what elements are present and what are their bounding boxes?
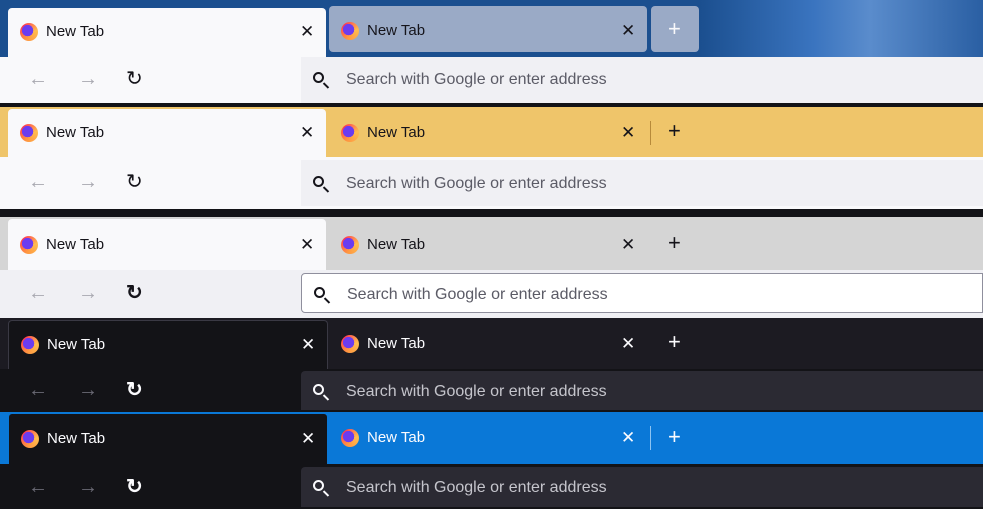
tab-strip: New Tab ✕ New Tab ✕ + [0, 412, 983, 464]
reload-icon[interactable]: ↻ [126, 69, 143, 89]
url-bar[interactable]: Search with Google or enter address [301, 273, 983, 313]
url-bar[interactable]: Search with Google or enter address [301, 467, 983, 507]
tab-strip: New Tab ✕ New Tab ✕ + [0, 217, 983, 270]
tab-inactive[interactable]: New Tab ✕ [329, 219, 647, 270]
reload-icon[interactable]: ↻ [126, 172, 143, 192]
tab-title: New Tab [367, 429, 426, 446]
forward-arrow-icon[interactable]: → [78, 283, 98, 303]
close-tab-icon[interactable]: ✕ [300, 236, 314, 253]
browser-theme-5: New Tab ✕ New Tab ✕ + ← → ↻ Search with … [0, 412, 983, 509]
close-tab-icon[interactable]: ✕ [300, 23, 314, 40]
tab-strip: New Tab ✕ New Tab ✕ + [0, 318, 983, 369]
url-bar-placeholder: Search with Google or enter address [347, 286, 608, 303]
back-arrow-icon[interactable]: ← [28, 172, 48, 192]
firefox-logo-icon [341, 335, 359, 353]
search-icon [313, 480, 324, 491]
url-bar[interactable]: Search with Google or enter address [301, 371, 983, 410]
tab-active[interactable]: New Tab ✕ [8, 219, 326, 270]
plus-icon: + [668, 16, 681, 41]
tab-title: New Tab [367, 335, 426, 352]
new-tab-button[interactable]: + [668, 426, 681, 448]
tab-active[interactable]: New Tab ✕ [8, 413, 328, 464]
tab-inactive[interactable]: New Tab ✕ [329, 320, 647, 369]
search-icon [314, 287, 325, 298]
url-bar-placeholder: Search with Google or enter address [346, 175, 607, 192]
tab-title: New Tab [46, 124, 105, 141]
tab-strip: New Tab ✕ New Tab ✕ + [0, 0, 983, 57]
close-tab-icon[interactable]: ✕ [621, 236, 635, 253]
tab-active[interactable]: New Tab ✕ [8, 8, 326, 57]
url-bar-placeholder: Search with Google or enter address [346, 383, 607, 400]
url-bar[interactable]: Search with Google or enter address [301, 57, 983, 103]
new-tab-button[interactable]: + [668, 120, 681, 142]
close-tab-icon[interactable]: ✕ [301, 430, 315, 447]
tab-title: New Tab [47, 336, 106, 353]
tab-title: New Tab [367, 22, 426, 39]
firefox-logo-icon [341, 22, 359, 40]
tab-title: New Tab [46, 23, 105, 40]
tab-separator [650, 426, 651, 450]
tab-title: New Tab [47, 430, 106, 447]
firefox-logo-icon [21, 336, 39, 354]
close-tab-icon[interactable]: ✕ [300, 124, 314, 141]
tab-separator [650, 121, 651, 145]
firefox-logo-icon [20, 124, 38, 142]
navigation-toolbar: ← → ↻ Search with Google or enter addres… [0, 464, 983, 509]
firefox-logo-icon [341, 429, 359, 447]
tab-strip: New Tab ✕ New Tab ✕ + [0, 107, 983, 157]
navigation-toolbar: ← → ↻ Search with Google or enter addres… [0, 157, 983, 209]
back-arrow-icon[interactable]: ← [28, 477, 48, 497]
reload-icon[interactable]: ↻ [126, 477, 143, 497]
tab-title: New Tab [46, 236, 105, 253]
tab-inactive[interactable]: New Tab ✕ [329, 413, 647, 464]
tab-title: New Tab [367, 124, 426, 141]
firefox-logo-icon [341, 236, 359, 254]
url-bar[interactable]: Search with Google or enter address [301, 160, 983, 206]
new-tab-button[interactable]: + [668, 232, 681, 254]
tab-active[interactable]: New Tab ✕ [8, 109, 326, 157]
close-tab-icon[interactable]: ✕ [621, 335, 635, 352]
firefox-logo-icon [21, 430, 39, 448]
reload-icon[interactable]: ↻ [126, 283, 143, 303]
firefox-logo-icon [20, 236, 38, 254]
forward-arrow-icon[interactable]: → [78, 477, 98, 497]
back-arrow-icon[interactable]: ← [28, 283, 48, 303]
forward-arrow-icon[interactable]: → [78, 172, 98, 192]
back-arrow-icon[interactable]: ← [28, 69, 48, 89]
tab-title: New Tab [367, 236, 426, 253]
browser-theme-4: New Tab ✕ New Tab ✕ + ← → ↻ Search with … [0, 318, 983, 410]
back-arrow-icon[interactable]: ← [28, 380, 48, 400]
browser-theme-2: New Tab ✕ New Tab ✕ + ← → ↻ Search with … [0, 107, 983, 209]
navigation-toolbar: ← → ↻ Search with Google or enter addres… [0, 270, 983, 318]
navigation-toolbar: ← → ↻ Search with Google or enter addres… [0, 369, 983, 410]
close-tab-icon[interactable]: ✕ [621, 124, 635, 141]
browser-theme-3: New Tab ✕ New Tab ✕ + ← → ↻ Search with … [0, 217, 983, 318]
close-tab-icon[interactable]: ✕ [621, 429, 635, 446]
search-icon [313, 176, 324, 187]
forward-arrow-icon[interactable]: → [78, 69, 98, 89]
tab-active[interactable]: New Tab ✕ [8, 320, 328, 369]
firefox-logo-icon [341, 124, 359, 142]
close-tab-icon[interactable]: ✕ [301, 336, 315, 353]
new-tab-button[interactable]: + [668, 331, 681, 353]
theme-background-art [700, 0, 983, 57]
browser-theme-1: New Tab ✕ New Tab ✕ + ← → ↻ Search with … [0, 0, 983, 103]
search-icon [313, 384, 324, 395]
navigation-toolbar: ← → ↻ Search with Google or enter addres… [0, 57, 983, 103]
url-bar-placeholder: Search with Google or enter address [346, 71, 607, 88]
new-tab-button[interactable]: + [651, 6, 699, 52]
close-tab-icon[interactable]: ✕ [621, 22, 635, 39]
url-bar-placeholder: Search with Google or enter address [346, 479, 607, 496]
tab-inactive[interactable]: New Tab ✕ [329, 6, 647, 52]
tab-inactive[interactable]: New Tab ✕ [329, 109, 647, 157]
reload-icon[interactable]: ↻ [126, 380, 143, 400]
firefox-logo-icon [20, 23, 38, 41]
search-icon [313, 72, 324, 83]
forward-arrow-icon[interactable]: → [78, 380, 98, 400]
